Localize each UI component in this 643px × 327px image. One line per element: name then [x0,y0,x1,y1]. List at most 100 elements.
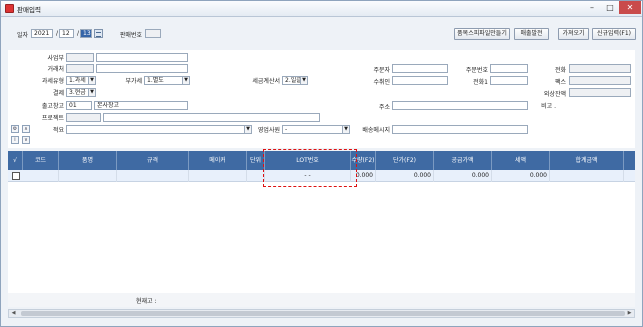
calendar-icon[interactable] [94,29,103,38]
col-item-name[interactable]: 품명 [59,151,117,170]
vat-value: 1.별도 [147,77,164,84]
import-button[interactable]: 가져오기 [558,28,589,40]
window-title: 판매입력 [17,6,41,14]
info-icon[interactable]: i [11,136,19,144]
phone-label: 전화 [554,67,566,74]
vat-label: 부가세 [125,78,142,85]
address-field[interactable] [392,101,528,110]
app-icon [5,4,14,13]
site-label: 사업부 [47,55,64,62]
footer-bar: 현재고 : [8,293,635,307]
col-spec[interactable]: 규격 [117,151,189,170]
cell-tax[interactable]: 0.000 [492,170,550,182]
orderer-label: 주문자 [373,67,390,74]
cell-maker[interactable] [189,170,247,182]
sales-rep-value: - [285,126,288,133]
chevron-down-icon: ▼ [88,77,95,84]
month-input[interactable]: 12 [59,29,74,38]
scroll-thumb[interactable] [21,311,625,316]
date-slash-1: / [55,30,58,37]
sales-issue-button[interactable]: 매출발전 [514,28,549,40]
note-label: 비고 . [541,103,556,110]
lot-highlight-box [263,149,357,187]
receivable-label: 외상잔액 [543,91,566,98]
cell-total[interactable] [550,170,624,182]
cell-code[interactable] [23,170,59,182]
year-input[interactable]: 2021 [31,29,53,38]
warehouse-name-field[interactable]: 본사창고 [94,101,188,110]
col-maker[interactable]: 메이커 [189,151,247,170]
chevron-up-icon[interactable]: ∧ [22,125,30,133]
minimize-button[interactable]: – [583,1,601,14]
sale-no-field[interactable] [145,29,161,38]
project-label: 프로젝트 [41,115,64,122]
summary-select[interactable]: ▼ [66,125,252,134]
sales-rep-select[interactable]: - ▼ [282,125,350,134]
delivery-msg-field[interactable] [392,125,528,134]
client-code-field[interactable] [66,64,94,73]
col-supply[interactable]: 공급가액 [434,151,492,170]
day-input[interactable]: 13 [80,29,92,38]
order-no-field[interactable] [490,64,528,73]
client-name-field[interactable] [96,64,188,73]
warehouse-label: 출고창고 [41,103,64,110]
orderer-field[interactable] [392,64,448,73]
cell-supply[interactable]: 0.000 [434,170,492,182]
address-label: 주소 [378,104,390,111]
site-code-field[interactable] [66,53,94,62]
site-name-field[interactable] [96,53,188,62]
chevron-down-icon[interactable]: ∨ [22,136,30,144]
title-bar: 판매입력 – □ ✕ [1,1,642,17]
new-entry-button[interactable]: 신규입력(F1) [592,28,636,40]
sales-entry-window: 판매입력 – □ ✕ 일자 2021 / 12 / 13 판매번호 품목스피파일… [0,0,643,327]
receiver-field[interactable] [392,76,448,85]
delivery-msg-label: 배송메시지 [362,127,390,134]
tax-type-value: 1.과세 [69,77,86,84]
col-total[interactable]: 합계금액 [550,151,624,170]
project-code-field[interactable] [66,113,101,122]
date-label: 일자 [16,32,28,39]
project-name-field[interactable] [103,113,320,122]
date-slash-2: / [76,30,79,37]
top-bar: 일자 2021 / 12 / 13 판매번호 품목스피파일만들기 매출발전 가져… [8,25,636,43]
cell-item-name[interactable] [59,170,117,182]
col-check[interactable]: √ [8,151,23,170]
cell-spec[interactable] [117,170,189,182]
vat-select[interactable]: 1.별도 ▼ [144,76,190,85]
fax-field [569,76,631,85]
fax-label: 팩스 [554,79,566,86]
cell-price[interactable]: 0.000 [376,170,434,182]
maximize-button[interactable]: □ [601,1,619,14]
phone1-field[interactable] [490,76,528,85]
phone-field [569,64,631,73]
item-file-button[interactable]: 품목스피파일만들기 [454,28,510,40]
tax-type-label: 과세유형 [41,78,64,85]
scroll-right-icon[interactable]: ▶ [625,310,634,317]
chevron-down-icon: ▼ [88,89,95,96]
phone1-label: 전화1 [473,79,488,86]
chevron-down-icon: ▼ [182,77,189,84]
warehouse-code-field[interactable]: 01 [66,101,92,110]
col-tax[interactable]: 세액 [492,151,550,170]
row-checkbox[interactable] [12,172,20,180]
close-button[interactable]: ✕ [619,1,641,14]
gear-icon[interactable]: ⚙ [11,125,19,133]
summary-label: 적요 [52,127,64,134]
horizontal-scrollbar[interactable]: ◀ ▶ [8,309,635,318]
scroll-left-icon[interactable]: ◀ [9,310,18,317]
settle-label: 결제 [52,90,64,97]
tax-type-select[interactable]: 1.과세 ▼ [66,76,96,85]
sales-rep-label: 영업사원 [257,127,280,134]
settle-select[interactable]: 3.현금 ▼ [66,88,96,97]
grid-body[interactable] [8,182,635,293]
receiver-label: 수취인 [373,79,390,86]
col-code[interactable]: 코드 [23,151,59,170]
chevron-down-icon: ▼ [342,126,349,133]
settle-value: 3.현금 [69,89,86,96]
sale-no-label: 판매번호 [119,32,142,39]
invoice-select[interactable]: 2.일괄 ▼ [282,76,308,85]
order-no-label: 주문번호 [465,67,488,74]
invoice-label: 세금계산서 [252,78,280,85]
col-price[interactable]: 단가(F2) [376,151,434,170]
stock-label: 현재고 : [136,298,157,305]
